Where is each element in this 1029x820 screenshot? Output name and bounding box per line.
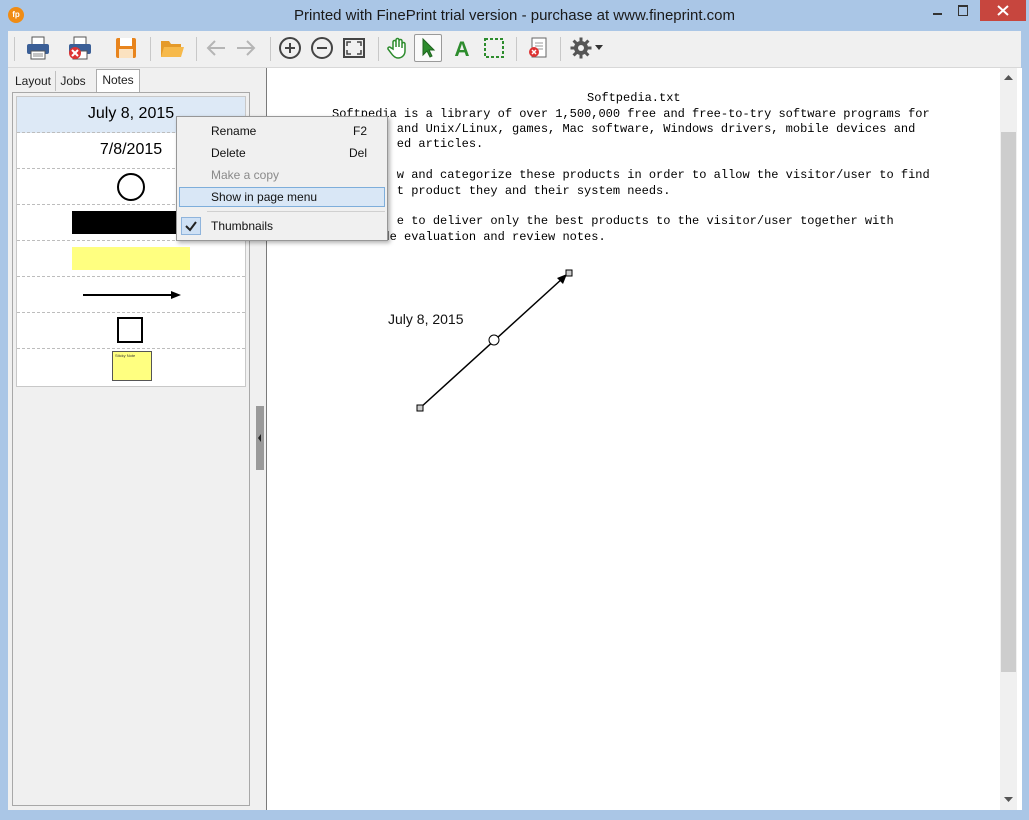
toolbar-separator bbox=[378, 37, 379, 61]
highlight-shape bbox=[72, 247, 190, 270]
save-icon bbox=[116, 38, 136, 58]
minimize-button[interactable] bbox=[924, 0, 950, 21]
menu-item-delete[interactable]: Delete Del bbox=[179, 143, 385, 163]
menu-item-label: Thumbnails bbox=[211, 219, 274, 233]
delete-page-icon bbox=[529, 37, 547, 58]
toolbar-separator bbox=[196, 37, 197, 61]
document-line: e to deliver only the best products to t… bbox=[332, 214, 894, 228]
printer-delete-icon bbox=[69, 36, 91, 60]
title-bar: fp Printed with FinePrint trial version … bbox=[0, 0, 1029, 31]
zoom-out-icon bbox=[311, 37, 333, 59]
window-title: Printed with FinePrint trial version - p… bbox=[293, 7, 735, 24]
tab-notes[interactable]: Notes bbox=[96, 69, 140, 92]
printer-icon bbox=[27, 36, 49, 60]
document-line: and Unix/Linux, games, Mac software, Win… bbox=[332, 122, 916, 136]
region-select-button[interactable] bbox=[480, 34, 508, 62]
arrow-annotation[interactable] bbox=[367, 248, 667, 448]
panel-tabs: Layout Jobs Notes bbox=[8, 68, 254, 92]
black-bar-shape bbox=[72, 211, 190, 234]
svg-text:A: A bbox=[454, 38, 469, 60]
menu-item-label: Show in page menu bbox=[211, 190, 318, 204]
menu-item-rename[interactable]: Rename F2 bbox=[179, 121, 385, 141]
menu-item-thumbnails[interactable]: Thumbnails bbox=[179, 216, 385, 236]
toolbar-separator bbox=[560, 37, 561, 61]
menu-separator bbox=[207, 211, 385, 212]
collapse-left-icon bbox=[258, 434, 261, 442]
document-line: w and categorize these products in order… bbox=[332, 168, 930, 182]
scroll-down-icon[interactable] bbox=[1000, 792, 1017, 808]
toolbar-separator bbox=[516, 37, 517, 61]
toolbar-separator bbox=[270, 37, 271, 61]
maximize-icon bbox=[958, 5, 968, 16]
fit-page-icon bbox=[343, 38, 365, 58]
close-button[interactable] bbox=[980, 0, 1026, 21]
vertical-scrollbar[interactable] bbox=[1000, 68, 1017, 810]
sticky-note-shape: Sticky Note bbox=[112, 351, 152, 381]
scroll-up-icon[interactable] bbox=[1000, 70, 1017, 86]
minimize-icon bbox=[933, 13, 942, 15]
toolbar-separator bbox=[14, 37, 15, 61]
zoom-in-icon bbox=[279, 37, 301, 59]
save-button[interactable] bbox=[112, 34, 140, 62]
arrow-mid-handle[interactable] bbox=[488, 334, 500, 346]
delete-notes-button[interactable] bbox=[524, 34, 552, 62]
forward-button[interactable] bbox=[232, 34, 260, 62]
toolbar-separator bbox=[150, 37, 151, 61]
arrow-left-icon bbox=[206, 40, 225, 56]
delete-job-button[interactable] bbox=[66, 34, 94, 62]
document-line: Softpedia is a library of over 1,500,000… bbox=[332, 107, 930, 121]
zoom-out-button[interactable] bbox=[308, 34, 336, 62]
app-window: fp Printed with FinePrint trial version … bbox=[0, 0, 1029, 820]
hand-tool-button[interactable] bbox=[384, 34, 412, 62]
tab-layout[interactable]: Layout bbox=[12, 71, 54, 91]
gear-icon bbox=[570, 37, 592, 59]
note-item-sticky[interactable]: Sticky Note bbox=[17, 349, 245, 385]
note-item-arrow[interactable] bbox=[17, 277, 245, 313]
folder-open-icon bbox=[161, 41, 184, 57]
text-tool-button[interactable]: A bbox=[448, 34, 476, 62]
tab-jobs[interactable]: Jobs bbox=[55, 71, 90, 91]
checkmark-box bbox=[181, 217, 201, 235]
close-icon bbox=[997, 5, 1009, 16]
square-shape bbox=[117, 317, 143, 343]
menu-item-show-in-page-menu[interactable]: Show in page menu bbox=[179, 187, 385, 207]
hand-icon bbox=[387, 37, 406, 59]
menu-item-label: Delete bbox=[211, 146, 246, 160]
settings-button[interactable] bbox=[566, 34, 606, 62]
menu-item-label: Make a copy bbox=[211, 168, 280, 182]
select-tool-button[interactable] bbox=[414, 34, 442, 62]
zoom-in-button[interactable] bbox=[276, 34, 304, 62]
arrow-end-handle[interactable] bbox=[565, 269, 573, 277]
menu-item-label: Rename bbox=[211, 124, 257, 138]
document-title: Softpedia.txt bbox=[587, 91, 681, 105]
splitter-grip[interactable] bbox=[256, 406, 264, 470]
note-item-highlight[interactable] bbox=[17, 241, 245, 277]
menu-item-shortcut: F2 bbox=[352, 124, 367, 138]
toolbar: A bbox=[8, 31, 1021, 68]
arrow-shape bbox=[83, 291, 181, 299]
scrollbar-thumb[interactable] bbox=[1001, 132, 1016, 672]
text-icon: A bbox=[454, 38, 469, 60]
chevron-down-icon bbox=[595, 45, 603, 50]
back-button[interactable] bbox=[202, 34, 230, 62]
region-select-icon bbox=[484, 38, 504, 58]
fit-page-button[interactable] bbox=[340, 34, 368, 62]
sticky-note-label: Sticky Note bbox=[115, 353, 136, 358]
menu-item-shortcut: Del bbox=[348, 146, 367, 160]
open-button[interactable] bbox=[158, 34, 186, 62]
context-menu: Rename F2 Delete Del Make a copy Show in… bbox=[176, 116, 388, 241]
arrow-start-handle[interactable] bbox=[416, 404, 424, 412]
pointer-icon bbox=[422, 37, 436, 58]
arrow-right-icon bbox=[237, 40, 256, 56]
checkmark-icon bbox=[185, 221, 197, 232]
menu-item-make-copy[interactable]: Make a copy bbox=[179, 165, 385, 185]
maximize-button[interactable] bbox=[950, 0, 976, 21]
note-item-square[interactable] bbox=[17, 313, 245, 349]
print-button[interactable] bbox=[24, 34, 52, 62]
